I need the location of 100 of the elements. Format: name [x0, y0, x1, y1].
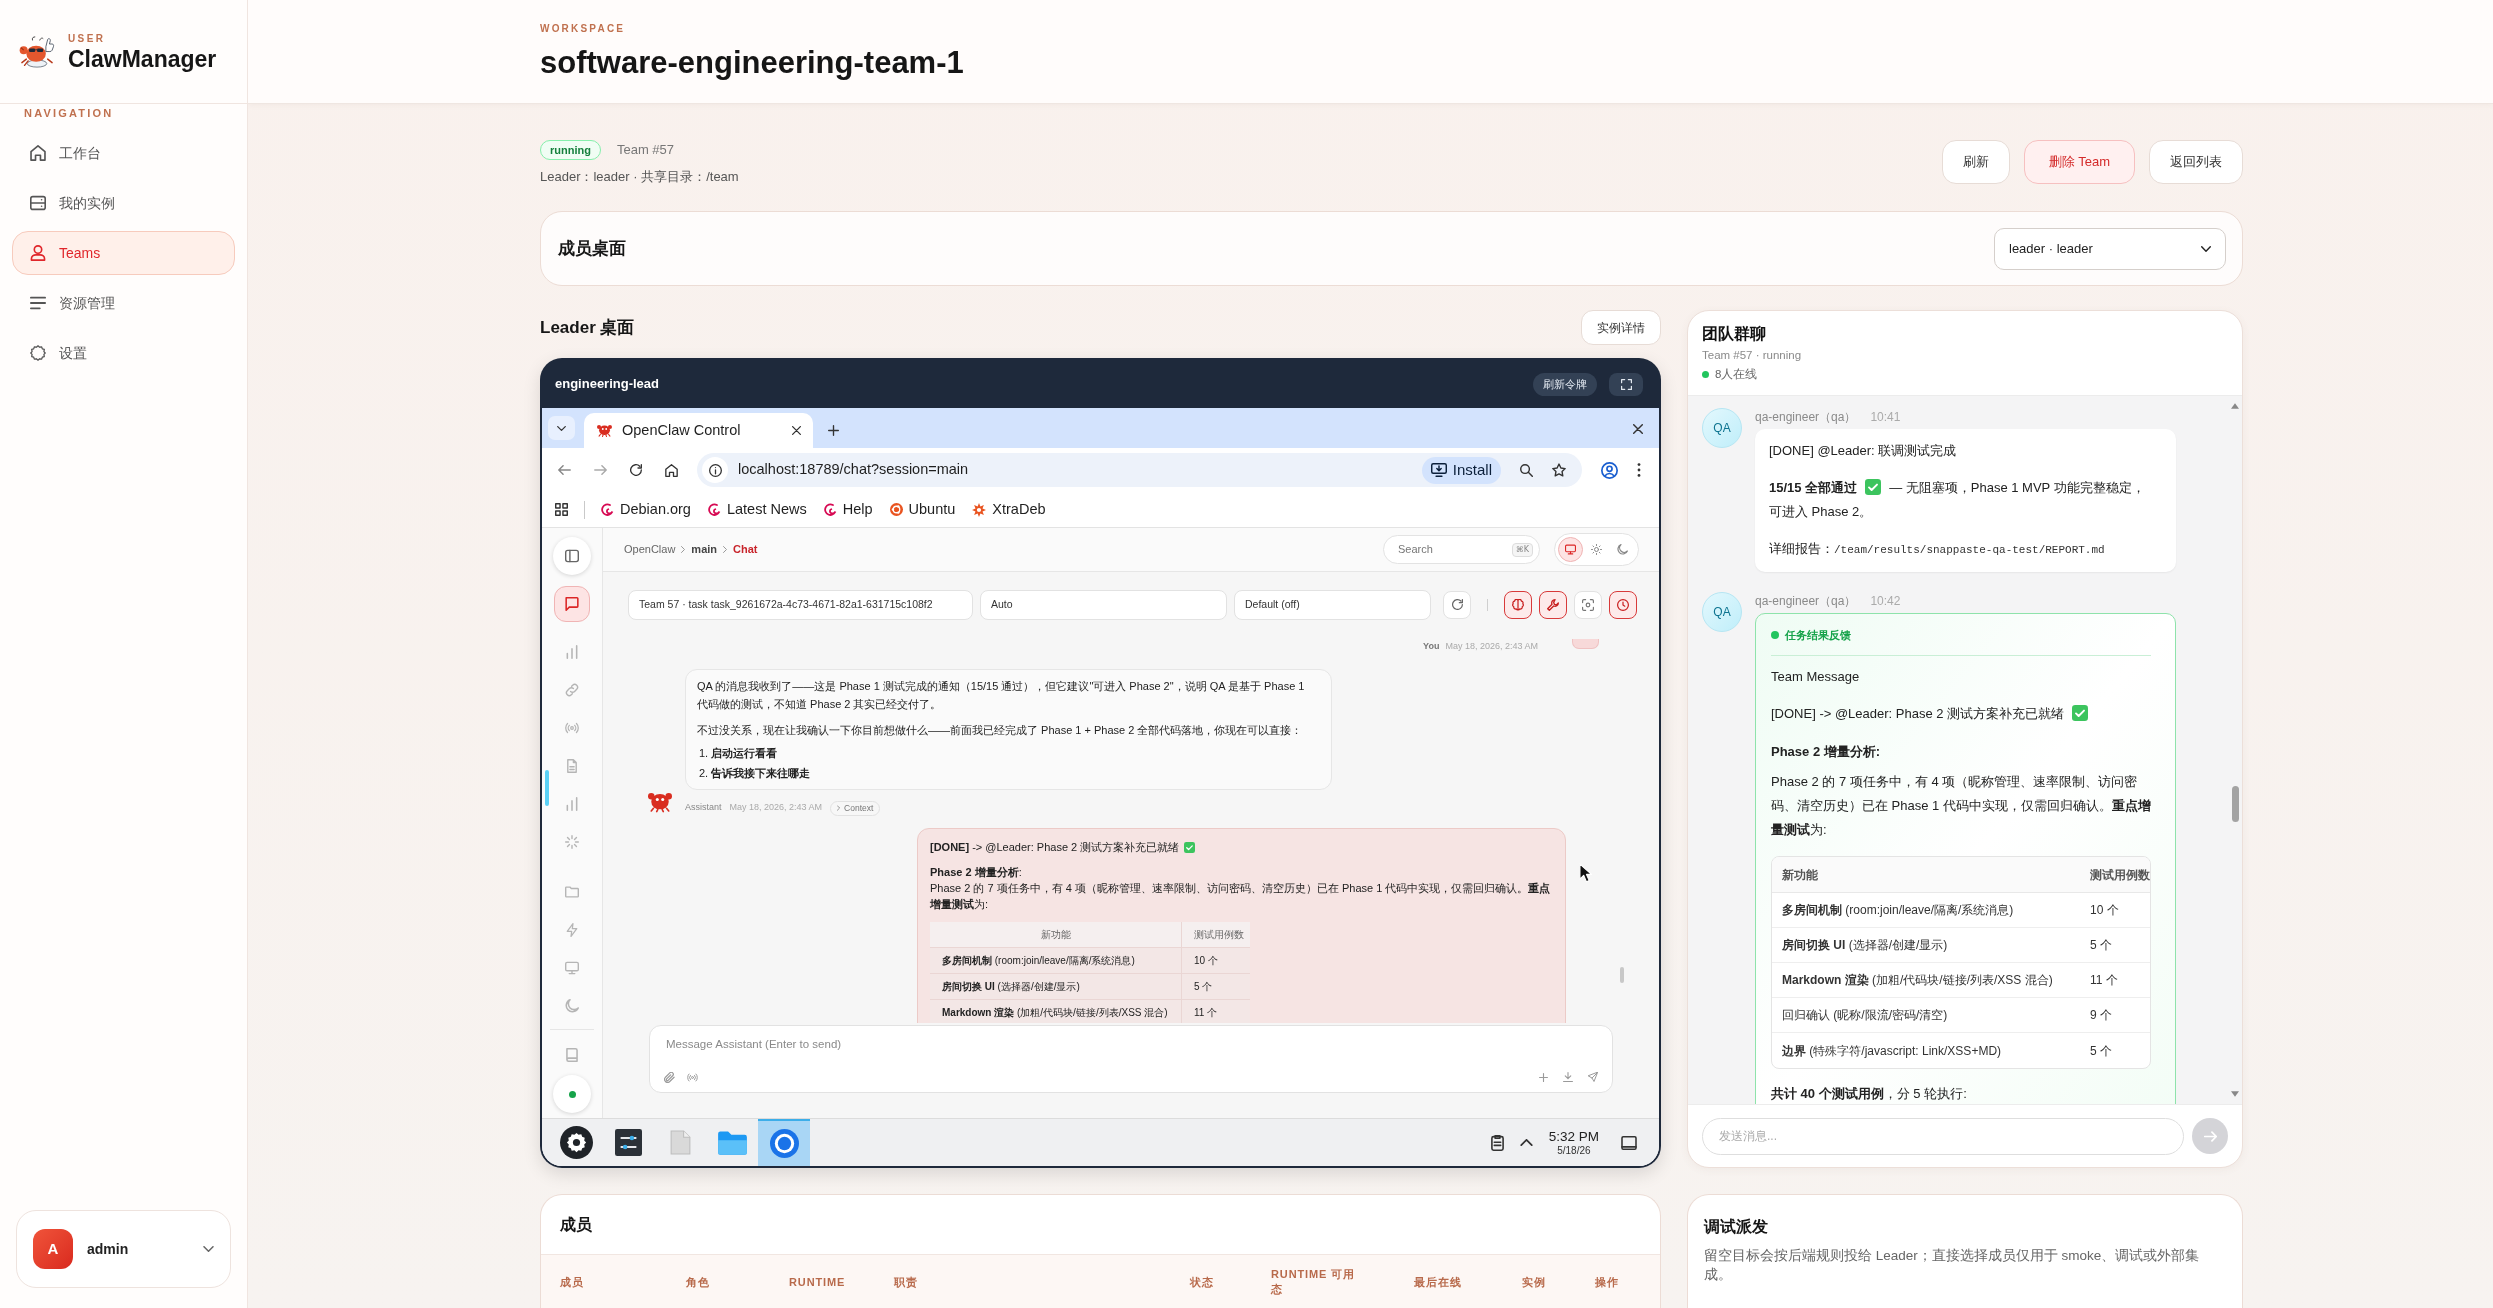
site-info-button[interactable]	[702, 457, 728, 483]
sidebar-item[interactable]: 资源管理	[12, 281, 235, 325]
download-icon[interactable]	[1563, 1072, 1573, 1082]
panel-icon	[565, 549, 579, 563]
zoom-icon[interactable]	[1520, 463, 1533, 477]
search-input[interactable]: Search	[1398, 541, 1512, 558]
forward-arrow-icon[interactable]	[594, 465, 607, 475]
monitor-icon	[565, 961, 579, 975]
bookmark-link[interactable]: Ubuntu	[889, 498, 956, 521]
monitor-icon	[1565, 544, 1576, 555]
shortcut-key: ⌘K	[1511, 542, 1533, 557]
chevron-down-icon	[2201, 245, 2211, 252]
tab-list-button[interactable]	[548, 416, 575, 440]
chevron-down-icon	[203, 1246, 214, 1252]
section-title: Leader 桌面	[540, 316, 635, 339]
rail-button[interactable]	[553, 1075, 591, 1113]
message-text: [DONE] @Leader: 联调测试完成	[1769, 442, 1958, 460]
message-text: 15/15 全部通过 — 无阻塞项，Phase 1 MVP 功能完整稳定，可进入 Phase 2。	[1769, 478, 2146, 521]
close-icon[interactable]	[1633, 424, 1643, 434]
eyebrow-label: WORKSPACE	[540, 22, 626, 35]
fullscreen-button[interactable]	[1609, 372, 1643, 396]
rail-button[interactable]	[553, 537, 591, 575]
select-field[interactable]: Default (off)	[1234, 589, 1431, 620]
more-icon[interactable]	[1637, 463, 1641, 477]
team-meta: Leader：leader · 共享目录：/team	[540, 168, 739, 186]
home-icon[interactable]	[665, 463, 678, 477]
account-button[interactable]: A admin	[16, 1210, 231, 1288]
breadcrumb-link[interactable]: main	[691, 541, 718, 558]
list-marker: 1.	[699, 746, 709, 761]
message-text: Team Message	[1771, 668, 1861, 686]
column-header: RUNTIME	[789, 1274, 847, 1290]
context-button[interactable]: Context	[830, 800, 881, 816]
table-cell-text: 5 个	[2089, 937, 2113, 954]
close-icon[interactable]	[792, 426, 801, 435]
sidebar-item[interactable]: 我的实例	[12, 181, 235, 225]
column-header: 角色	[686, 1274, 711, 1290]
sidebar-item[interactable]: 工作台	[12, 131, 235, 175]
loader-icon	[565, 835, 579, 849]
show-desktop-icon[interactable]	[1621, 1135, 1637, 1150]
scroll-up-icon[interactable]	[2231, 403, 2239, 409]
action-button[interactable]: 删除 Team	[2023, 140, 2135, 184]
reload-icon[interactable]	[630, 464, 642, 476]
message-input[interactable]: Message Assistant (Enter to send)	[650, 1026, 1612, 1062]
apps-grid-icon[interactable]	[555, 503, 568, 516]
table-cell-text: Markdown 渲染 (加粗/代码块/链接/列表/XSS 混合)	[941, 1005, 1169, 1020]
gear-icon	[559, 1126, 593, 1159]
clipboard-icon[interactable]	[1490, 1134, 1504, 1151]
install-button[interactable]: Install	[1421, 456, 1501, 484]
toggle-button[interactable]	[1504, 590, 1532, 619]
scrollbar-thumb[interactable]	[1620, 967, 1624, 983]
scrollbar-thumb[interactable]	[2231, 786, 2239, 822]
profile-icon[interactable]	[1601, 461, 1618, 479]
action-button[interactable]: 刷新	[1941, 140, 2010, 184]
select-field[interactable]: Auto	[980, 589, 1227, 620]
message-time: 10:41	[1870, 409, 1901, 426]
details-button[interactable]: 实例详情	[1581, 310, 1661, 345]
column-header: 职责	[894, 1274, 919, 1290]
crab-mascot-icon	[19, 35, 55, 68]
scroll-down-icon[interactable]	[2231, 1091, 2239, 1097]
sidebar-item[interactable]: Teams	[12, 231, 235, 275]
table-cell-text: 9 个	[2089, 1007, 2113, 1024]
action-button[interactable]: 返回列表	[2149, 140, 2243, 184]
broadcast-icon[interactable]	[687, 1072, 698, 1082]
bookmark-link[interactable]: Help	[823, 498, 873, 521]
theme-button[interactable]	[1558, 537, 1583, 562]
user-avatar: A	[33, 1229, 73, 1269]
browser-tab[interactable]: OpenClaw Control	[584, 413, 813, 448]
address-bar[interactable]: localhost:18789/chat?session=main Install	[697, 453, 1582, 487]
sidebar-item[interactable]: 设置	[12, 331, 235, 375]
message-composer[interactable]: Message Assistant (Enter to send)	[649, 1025, 1613, 1093]
status-dot-icon	[1771, 631, 1779, 639]
focus-icon	[1582, 598, 1594, 611]
message-text: 不过没关系，现在让我确认一下你目前想做什么——前面我已经完成了 Phase 1 + Phase 2 全部代码落地，你现在可以直接：	[697, 723, 1304, 738]
cursor-icon	[1579, 863, 1592, 883]
breadcrumb-link[interactable]: Chat	[733, 541, 758, 558]
rail-button[interactable]	[554, 586, 590, 622]
plus-icon[interactable]	[828, 425, 839, 436]
book-icon	[565, 1047, 579, 1062]
star-icon[interactable]	[1552, 463, 1566, 477]
burst-icon	[972, 502, 987, 517]
toggle-button[interactable]	[1539, 590, 1567, 619]
sun-icon	[1591, 544, 1602, 555]
bookmark-link[interactable]: Debian.org	[601, 498, 691, 521]
bookmark-link[interactable]: Latest News	[707, 498, 807, 521]
back-arrow-icon[interactable]	[558, 465, 571, 475]
breadcrumb-link[interactable]: OpenClaw	[624, 541, 676, 558]
scrollbar-thumb[interactable]	[545, 770, 549, 806]
chevron-up-icon[interactable]	[1519, 1139, 1533, 1146]
select-field[interactable]: Team 57 · task task_9261672a-4c73-4671-82a1-631715c108f2	[628, 589, 973, 620]
refresh-button[interactable]	[1443, 590, 1471, 619]
member-select[interactable]: leader · leader	[1994, 227, 2226, 270]
paperclip-icon[interactable]	[664, 1071, 675, 1083]
list-item-text: 告诉我接下来往哪走	[711, 766, 811, 781]
toggle-button[interactable]	[1609, 590, 1637, 619]
bookmark-link[interactable]: XtraDeb	[972, 498, 1046, 521]
column-header: 新功能	[1781, 866, 1819, 884]
column-header: 实例	[1522, 1274, 1547, 1290]
send-icon[interactable]	[1588, 1072, 1598, 1082]
refresh-token-button[interactable]: 刷新令牌	[1533, 372, 1597, 396]
message-input[interactable]: 发送消息...	[1702, 1117, 2184, 1155]
